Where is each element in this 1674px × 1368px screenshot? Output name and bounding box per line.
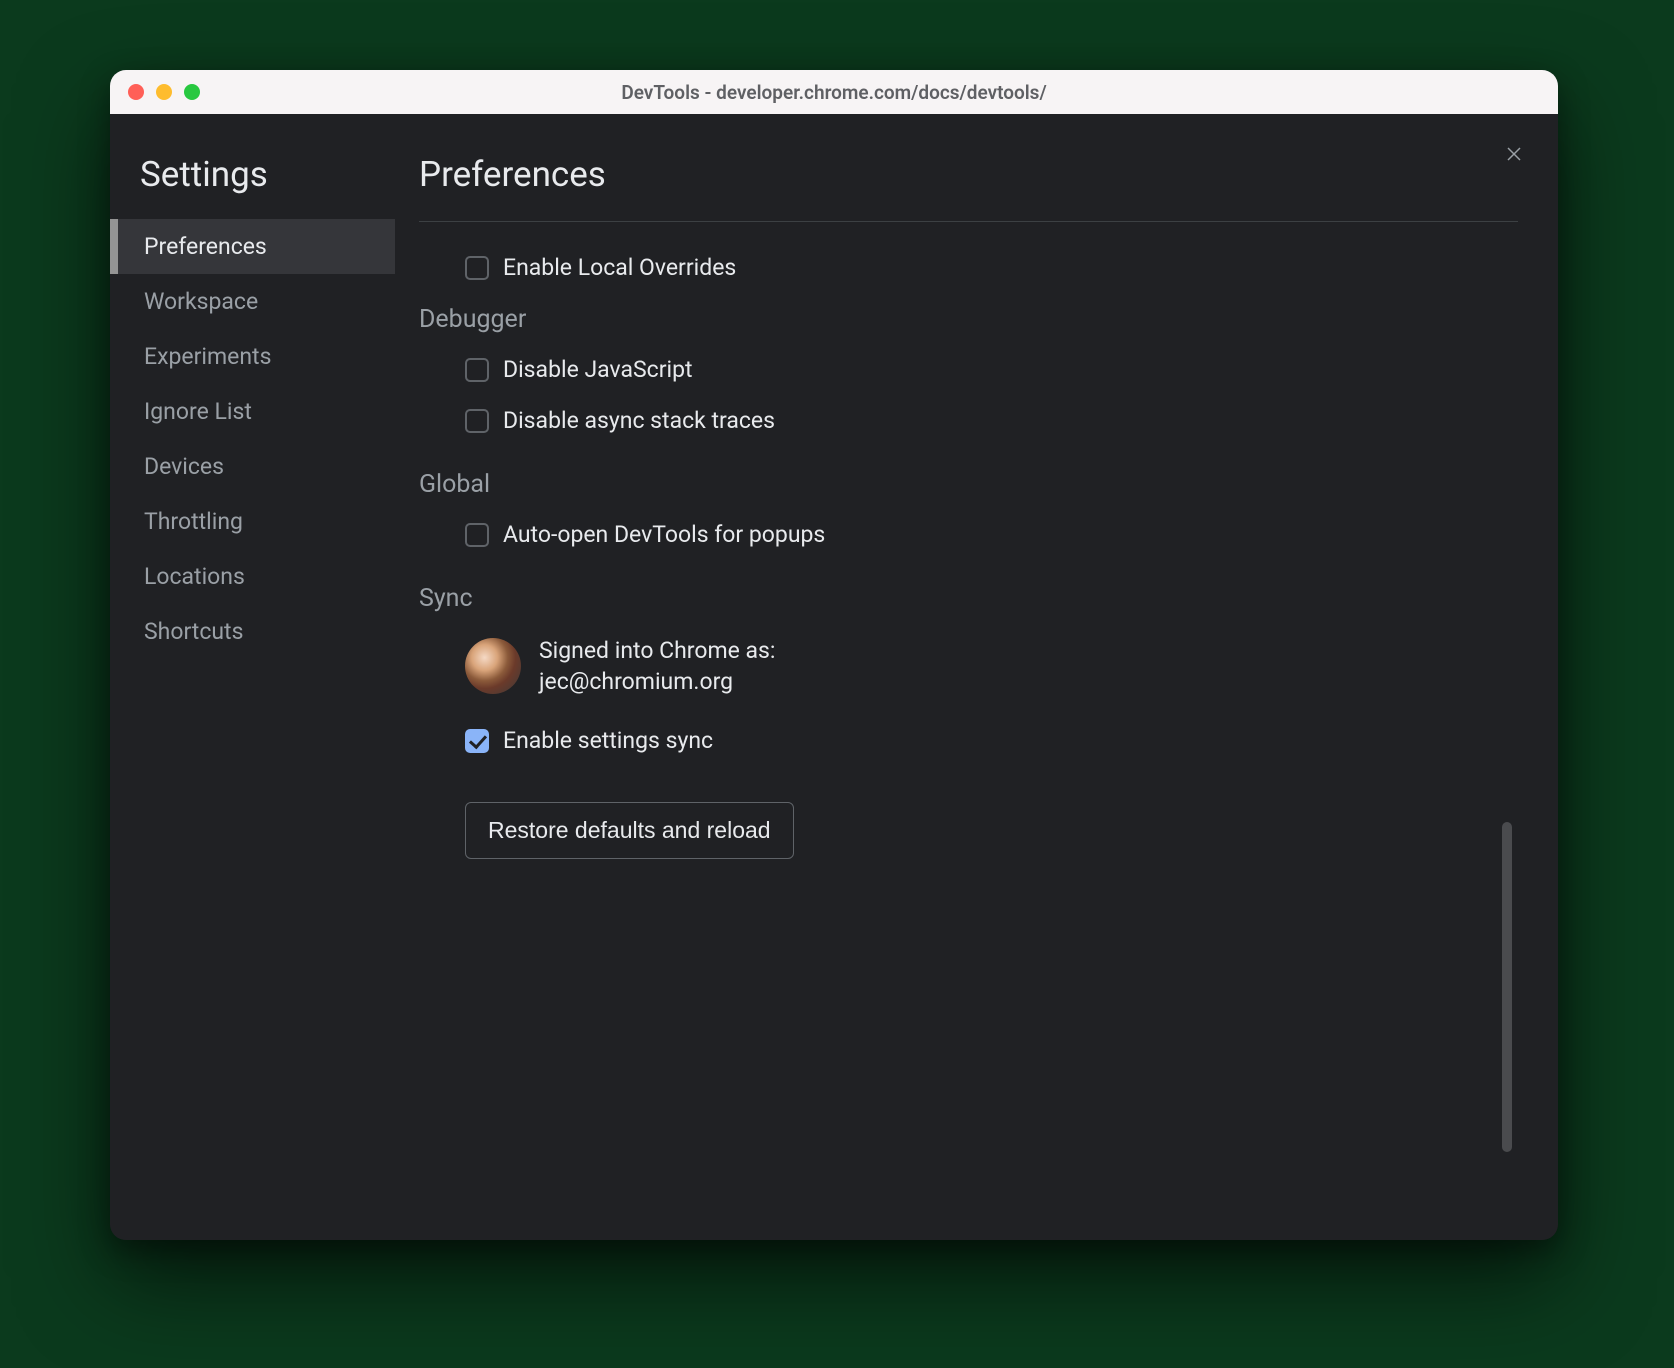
devtools-window: DevTools - developer.chrome.com/docs/dev…: [110, 70, 1558, 1240]
checkbox-row-enable-settings-sync[interactable]: Enable settings sync: [465, 727, 1518, 754]
checkbox-disable-javascript[interactable]: [465, 358, 489, 382]
minimize-window-button[interactable]: [156, 84, 172, 100]
section-heading: Debugger: [419, 305, 1518, 334]
close-window-button[interactable]: [128, 84, 144, 100]
sidebar-item-label: Devices: [144, 453, 224, 480]
checkbox-enable-settings-sync[interactable]: [465, 729, 489, 753]
settings-sidebar: Settings Preferences Workspace Experimen…: [110, 114, 395, 1240]
checkbox-row-auto-open-devtools[interactable]: Auto-open DevTools for popups: [465, 521, 1518, 548]
scrollbar-thumb[interactable]: [1502, 822, 1512, 1152]
section-heading: Global: [419, 470, 1518, 499]
restore-defaults-button[interactable]: Restore defaults and reload: [465, 802, 794, 859]
checkbox-label: Enable Local Overrides: [503, 254, 736, 281]
window-title: DevTools - developer.chrome.com/docs/dev…: [110, 81, 1558, 104]
sidebar-item-label: Locations: [144, 563, 245, 590]
checkbox-row-disable-async-stack-traces[interactable]: Disable async stack traces: [465, 407, 1518, 434]
checkbox-label: Disable async stack traces: [503, 407, 775, 434]
sidebar-item-label: Shortcuts: [144, 618, 243, 645]
sidebar-item-shortcuts[interactable]: Shortcuts: [110, 604, 395, 659]
checkbox-row-disable-javascript[interactable]: Disable JavaScript: [465, 356, 1518, 383]
settings-main: Preferences Enable Local Overrides Debug…: [395, 114, 1558, 1240]
sidebar-item-devices[interactable]: Devices: [110, 439, 395, 494]
checkbox-row-enable-local-overrides[interactable]: Enable Local Overrides: [465, 254, 1518, 281]
preferences-scroll-area[interactable]: Enable Local Overrides Debugger Disable …: [419, 221, 1518, 1240]
page-title: Preferences: [419, 154, 1518, 195]
checkbox-auto-open-devtools[interactable]: [465, 523, 489, 547]
titlebar: DevTools - developer.chrome.com/docs/dev…: [110, 70, 1558, 114]
sidebar-title: Settings: [110, 154, 395, 219]
sync-user-text: Signed into Chrome as: jec@chromium.org: [539, 635, 776, 697]
maximize-window-button[interactable]: [184, 84, 200, 100]
settings-body: Settings Preferences Workspace Experimen…: [110, 114, 1558, 1240]
sidebar-item-ignore-list[interactable]: Ignore List: [110, 384, 395, 439]
button-label: Restore defaults and reload: [488, 817, 771, 843]
signed-in-prefix: Signed into Chrome as:: [539, 635, 776, 666]
sidebar-item-experiments[interactable]: Experiments: [110, 329, 395, 384]
checkbox-enable-local-overrides[interactable]: [465, 256, 489, 280]
sidebar-item-label: Ignore List: [144, 398, 252, 425]
sidebar-item-label: Throttling: [144, 508, 243, 535]
sidebar-item-workspace[interactable]: Workspace: [110, 274, 395, 329]
checkbox-label: Disable JavaScript: [503, 356, 693, 383]
checkbox-disable-async-stack-traces[interactable]: [465, 409, 489, 433]
sidebar-item-label: Experiments: [144, 343, 271, 370]
sidebar-item-throttling[interactable]: Throttling: [110, 494, 395, 549]
sidebar-item-preferences[interactable]: Preferences: [110, 219, 395, 274]
traffic-lights: [128, 84, 200, 100]
checkbox-label: Enable settings sync: [503, 727, 713, 754]
section-global: Global Auto-open DevTools for popups: [419, 470, 1518, 548]
sidebar-item-label: Workspace: [144, 288, 258, 315]
avatar: [465, 638, 521, 694]
section-heading: Sync: [419, 584, 1518, 613]
section-sync: Sync Signed into Chrome as: jec@chromium…: [419, 584, 1518, 859]
sync-user-info: Signed into Chrome as: jec@chromium.org: [465, 635, 1518, 697]
section-debugger: Debugger Disable JavaScript Disable asyn…: [419, 305, 1518, 434]
signed-in-email: jec@chromium.org: [539, 666, 776, 697]
sidebar-item-label: Preferences: [144, 233, 267, 260]
sidebar-item-locations[interactable]: Locations: [110, 549, 395, 604]
checkbox-label: Auto-open DevTools for popups: [503, 521, 825, 548]
